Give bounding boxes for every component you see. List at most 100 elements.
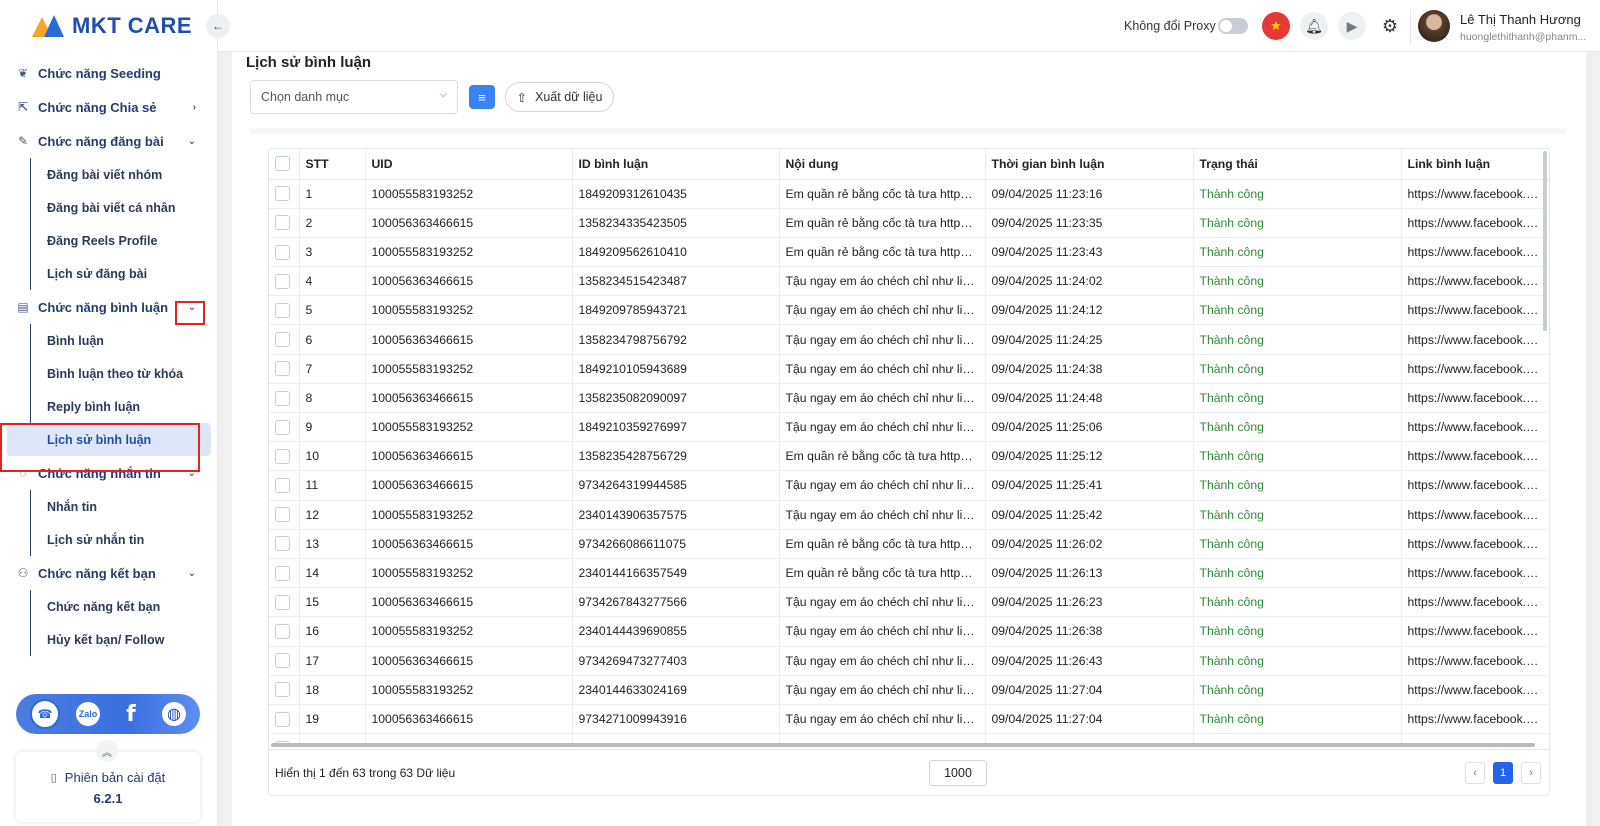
horizontal-scrollbar[interactable]	[271, 743, 1535, 747]
chevron-down-icon[interactable]: ⌄	[188, 568, 196, 579]
table-row[interactable]: 1 100055583193252 1849209312610435 Em quần …	[269, 179, 1549, 209]
row-checkbox[interactable]	[275, 536, 290, 552]
row-checkbox[interactable]	[275, 478, 290, 494]
cell-link[interactable]: https://www.facebook.com	[1401, 295, 1549, 326]
row-checkbox[interactable]	[275, 186, 290, 202]
table-row[interactable]: 15 100056363466615 9734267843277566 Tậu nga…	[269, 587, 1549, 618]
chevron-right-icon[interactable]: ›	[193, 102, 196, 113]
row-checkbox[interactable]	[275, 244, 290, 260]
table-row[interactable]: 11 100056363466615 9734264319944585 Tậu nga…	[269, 470, 1549, 501]
cell-link[interactable]: https://www.facebook.com	[1401, 237, 1549, 268]
column-header[interactable]: ID bình luận	[572, 149, 780, 180]
collapse-sidebar-icon[interactable]: ←	[206, 14, 230, 38]
facebook-icon[interactable]: f	[116, 699, 146, 729]
row-checkbox[interactable]	[275, 594, 290, 610]
cell-link[interactable]: https://www.facebook.com	[1401, 354, 1549, 384]
app-logo[interactable]: MKT CARE	[32, 12, 192, 40]
export-button[interactable]: ⇧ Xuất dữ liệu	[505, 82, 614, 112]
nav-group[interactable]: ⇱ Chức năng Chia sẻ ›	[0, 90, 218, 124]
cell-link[interactable]: https://www.facebook.com	[1401, 587, 1549, 618]
table-row[interactable]: 9 100055583193252 1849210359276997 Tậu ngay…	[269, 412, 1549, 443]
user-name[interactable]: Lê Thị Thanh Hương	[1460, 12, 1581, 27]
page-button[interactable]: 1	[1493, 762, 1513, 784]
row-checkbox[interactable]	[275, 448, 290, 464]
sidebar-item[interactable]: Lịch sử nhắn tin	[31, 523, 218, 556]
filter-button[interactable]: ≡	[469, 85, 495, 109]
table-row[interactable]: 18 100055583193252 2340144633024169 Tậu nga…	[269, 675, 1549, 705]
nav-group[interactable]: ✎ Chức năng đăng bài ⌄	[0, 124, 218, 158]
table-row[interactable]: 6 100056363466615 1358234798756792 Tậu ngay…	[269, 324, 1549, 355]
column-header[interactable]: Nội dung	[779, 149, 986, 180]
row-checkbox[interactable]	[275, 332, 290, 348]
globe-icon[interactable]: ◍	[162, 702, 186, 726]
row-checkbox[interactable]	[275, 361, 290, 377]
cell-link[interactable]: https://www.facebook.com	[1401, 500, 1549, 530]
cell-link[interactable]: https://www.facebook.com	[1401, 441, 1549, 472]
chevron-down-icon[interactable]: ⌄	[188, 136, 196, 147]
column-header[interactable]: Link bình luận	[1401, 149, 1549, 180]
page-size-input[interactable]: 1000	[929, 760, 987, 786]
row-checkbox[interactable]	[275, 653, 290, 669]
row-checkbox[interactable]	[275, 507, 290, 523]
column-header[interactable]: STT	[299, 149, 366, 180]
sidebar-item[interactable]: Đăng Reels Profile	[31, 224, 218, 257]
row-checkbox[interactable]	[275, 390, 290, 406]
sidebar-item[interactable]: Reply bình luận	[31, 390, 218, 423]
row-checkbox[interactable]	[275, 565, 290, 581]
cell-link[interactable]: https://www.facebook.com	[1401, 324, 1549, 355]
column-header[interactable]: Thời gian bình luận	[985, 149, 1194, 180]
cell-link[interactable]: https://www.facebook.com	[1401, 675, 1549, 705]
row-checkbox[interactable]	[275, 302, 290, 318]
chevron-up-icon[interactable]: ︽	[96, 740, 118, 762]
table-row[interactable]: 8 100056363466615 1358235082090097 Tậu ngay…	[269, 383, 1549, 414]
cell-link[interactable]: https://www.facebook.com	[1401, 616, 1549, 647]
table-row[interactable]: 3 100055583193252 1849209562610410 Em quần …	[269, 237, 1549, 268]
cell-link[interactable]: https://www.facebook.com	[1401, 179, 1549, 209]
row-checkbox[interactable]	[275, 624, 290, 640]
cell-link[interactable]: https://www.facebook.com	[1401, 558, 1549, 589]
cell-link[interactable]: https://www.facebook.com	[1401, 529, 1549, 559]
table-row[interactable]: 4 100056363466615 1358234515423487 Tậu ngay…	[269, 266, 1549, 297]
next-page-button[interactable]: ›	[1521, 762, 1541, 784]
sidebar-item[interactable]: Nhắn tin	[31, 490, 218, 523]
play-icon[interactable]: ▶	[1338, 12, 1366, 40]
nav-group[interactable]: ❦ Chức năng Seeding	[0, 56, 218, 90]
category-select[interactable]: Chọn danh mục ⌵	[250, 80, 458, 114]
cell-link[interactable]: https://www.facebook.com	[1401, 470, 1549, 501]
table-row[interactable]: 5 100055583193252 1849209785943721 Tậu ngay…	[269, 295, 1549, 326]
sidebar-item[interactable]: Đăng bài viết nhóm	[31, 158, 218, 191]
table-row[interactable]: 10 100056363466615 1358235428756729 Em quần…	[269, 441, 1549, 472]
table-row[interactable]: 19 100056363466615 9734271009943916 Tậu nga…	[269, 704, 1549, 735]
table-row[interactable]: 2 100056363466615 1358234335423505 Em quần …	[269, 208, 1549, 238]
cell-link[interactable]: https://www.facebook.com	[1401, 208, 1549, 238]
sidebar-item[interactable]: Hủy kết bạn/ Follow	[31, 623, 218, 656]
row-checkbox[interactable]	[275, 273, 290, 289]
nav-group[interactable]: ⚇ Chức năng kết bạn ⌄	[0, 556, 218, 590]
table-row[interactable]: 17 100056363466615 9734269473277403 Tậu nga…	[269, 646, 1549, 676]
sidebar-item[interactable]: Lịch sử đăng bài	[31, 257, 218, 290]
row-checkbox[interactable]	[275, 682, 290, 698]
sidebar-item[interactable]: Bình luận theo từ khóa	[31, 357, 218, 390]
sidebar-item[interactable]: Đăng bài viết cá nhân	[31, 191, 218, 224]
cell-link[interactable]: https://www.facebook.com	[1401, 412, 1549, 443]
column-header[interactable]: UID	[365, 149, 573, 180]
cell-link[interactable]: https://www.facebook.com	[1401, 383, 1549, 414]
table-row[interactable]: 14 100055583193252 2340144166357549 Em quần…	[269, 558, 1549, 589]
gear-icon[interactable]: ⚙	[1376, 12, 1404, 40]
proxy-toggle[interactable]	[1218, 18, 1248, 34]
cell-link[interactable]: https://www.facebook.com	[1401, 646, 1549, 676]
column-header[interactable]: Trạng thái	[1193, 149, 1402, 180]
avatar[interactable]	[1418, 10, 1450, 42]
vietnam-flag-icon[interactable]: ★	[1262, 12, 1290, 40]
table-row[interactable]: 7 100055583193252 1849210105943689 Tậu ngay…	[269, 354, 1549, 384]
cell-link[interactable]: https://www.facebook.com	[1401, 704, 1549, 735]
table-row[interactable]: 16 100055583193252 2340144439690855 Tậu nga…	[269, 616, 1549, 647]
vertical-scrollbar[interactable]	[1543, 151, 1547, 331]
zalo-icon[interactable]: Zalo	[76, 702, 100, 726]
cell-link[interactable]: https://www.facebook.com	[1401, 266, 1549, 297]
row-checkbox[interactable]	[275, 711, 290, 727]
table-row[interactable]: 13 100056363466615 9734266086611075 Em quần…	[269, 529, 1549, 559]
row-checkbox[interactable]	[275, 419, 290, 435]
support-icon[interactable]: ☎	[30, 699, 60, 729]
bell-icon[interactable]: 🔔︎	[1300, 12, 1328, 40]
